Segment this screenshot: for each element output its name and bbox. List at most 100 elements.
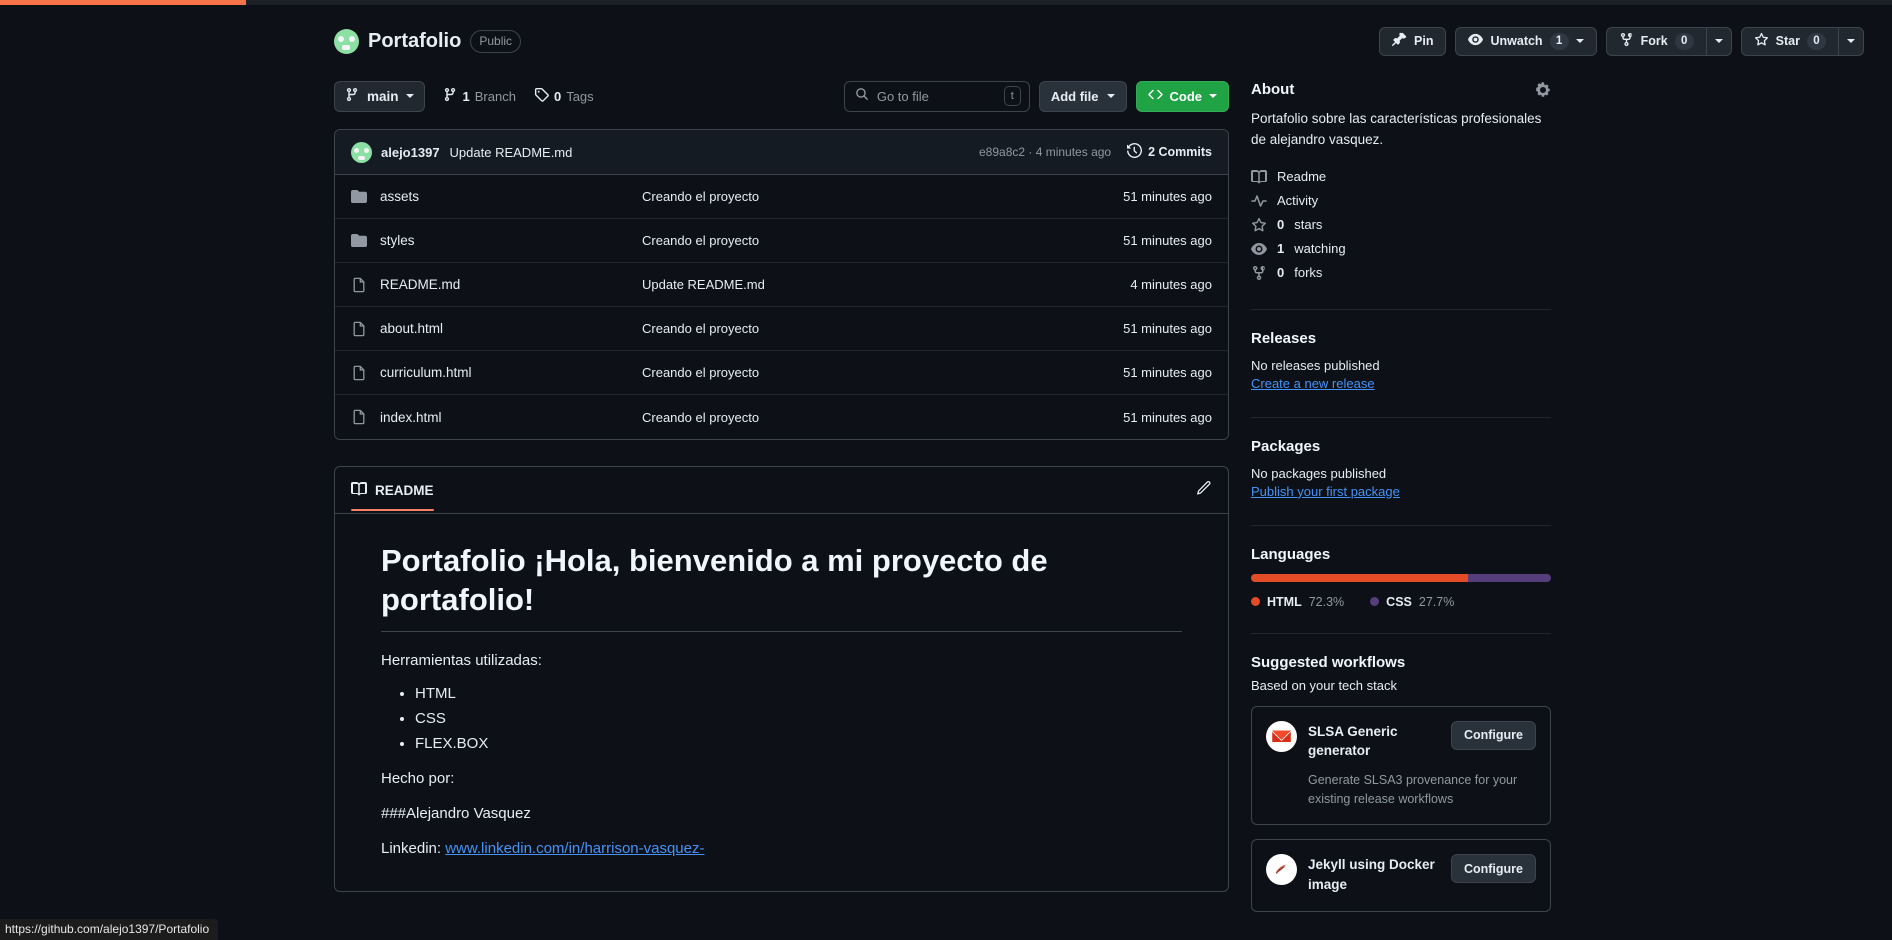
edit-readme-button[interactable] (1195, 480, 1212, 512)
table-row[interactable]: assets Creando el proyecto 51 minutes ago (335, 175, 1228, 219)
file-commit-message[interactable]: Creando el proyecto (642, 233, 1084, 248)
readme-card: README Portafolio ¡Hola, bienvenido a mi… (334, 466, 1229, 892)
add-file-button[interactable]: Add file (1038, 80, 1127, 112)
file-commit-time: 51 minutes ago (1123, 189, 1212, 204)
about-links: Readme Activity 0 stars 1 watching 0 forks (1251, 165, 1551, 285)
configure-button[interactable]: Configure (1450, 720, 1536, 750)
star-button-group: Star 0 (1740, 26, 1864, 56)
branch-icon (345, 87, 360, 105)
releases-empty-text: No releases published (1251, 357, 1380, 373)
file-commit-time: 51 minutes ago (1123, 409, 1212, 425)
workflow-card-top: Jekyll using Docker image Configure (1266, 854, 1536, 894)
language-bar-segment (1467, 573, 1551, 582)
visibility-badge: Public (470, 29, 522, 53)
file-commit-message[interactable]: Creando el proyecto (642, 189, 1084, 204)
file-name-link[interactable]: index.html (380, 410, 642, 425)
commit-hash-and-time[interactable]: e89a8c2 · 4 minutes ago (979, 145, 1111, 159)
file-commit-message[interactable]: Creando el proyecto (642, 321, 1084, 336)
about-link-stars[interactable]: 0 stars (1251, 213, 1551, 237)
create-release-link[interactable]: Create a new release (1251, 376, 1375, 391)
configure-button[interactable]: Configure (1450, 854, 1536, 884)
branch-selector-button[interactable]: main (334, 80, 425, 112)
language-percent: 72.3% (1308, 594, 1345, 609)
table-row[interactable]: styles Creando el proyecto 51 minutes ago (335, 219, 1228, 263)
list-item: HTML (415, 685, 1182, 702)
table-row[interactable]: README.md Update README.md 4 minutes ago (335, 263, 1228, 307)
history-icon (1127, 142, 1143, 161)
readme-author: ###Alejandro Vasquez (381, 804, 531, 822)
code-label: Code (1169, 88, 1203, 104)
fork-button-group: Fork 0 (1605, 26, 1732, 56)
workflows-subtitle: Based on your tech stack (1251, 677, 1397, 693)
releases-section: Releases No releases published Create a … (1251, 330, 1551, 413)
divider (1251, 308, 1551, 310)
workflow-title: Jekyll using Docker image (1308, 857, 1435, 893)
tab-readme[interactable]: README (350, 481, 434, 511)
tag-icon (534, 87, 549, 105)
workflow-cards: SLSA Generic generator Configure Generate … (1251, 705, 1551, 912)
branch-icon (443, 87, 458, 105)
about-link-activity[interactable]: Activity (1251, 189, 1551, 213)
readme-intro: Herramientas utilizadas: (381, 651, 542, 669)
list-item: FLEX.BOX (415, 735, 1182, 752)
language-bar-segment (1251, 573, 1468, 582)
table-row[interactable]: curriculum.html Creando el proyecto 51 min… (335, 351, 1228, 395)
slsa-icon (1266, 720, 1297, 752)
fork-label: Fork (1640, 34, 1668, 48)
tag-count-link[interactable]: 0 Tags (534, 87, 594, 105)
search-icon (855, 87, 869, 106)
file-toolbar-right: Go to file t Add file Code (843, 80, 1229, 112)
about-link-readme[interactable]: Readme (1251, 165, 1551, 189)
star-button[interactable]: Star 0 (1740, 26, 1838, 56)
commit-message[interactable]: Update README.md (450, 145, 573, 160)
file-name-link[interactable]: about.html (380, 321, 642, 336)
pin-icon (1392, 32, 1407, 50)
publish-package-link[interactable]: Publish your first package (1251, 484, 1400, 499)
star-icon (1251, 217, 1267, 233)
star-count: 0 (1807, 32, 1826, 50)
language-legend: HTML 72.3% CSS 27.7% (1251, 595, 1551, 609)
branch-count-link[interactable]: 1 Branch (443, 87, 516, 105)
star-icon (1754, 32, 1769, 50)
owner-avatar[interactable] (334, 28, 359, 54)
about-link-forks[interactable]: 0 forks (1251, 261, 1551, 285)
gear-icon[interactable] (1535, 81, 1551, 98)
branch-count: 1 (462, 88, 470, 104)
commit-author-avatar[interactable] (351, 141, 372, 163)
repository-name[interactable]: Portafolio (368, 30, 461, 53)
code-button[interactable]: Code (1135, 80, 1229, 112)
about-link-watching[interactable]: 1 watching (1251, 237, 1551, 261)
readme-linkedin-link[interactable]: www.linkedin.com/in/harrison-vasquez- (445, 840, 704, 857)
chevron-down-icon (1847, 39, 1855, 43)
language-legend-item[interactable]: HTML 72.3% (1251, 595, 1344, 609)
fork-dropdown-button[interactable] (1705, 26, 1732, 56)
chevron-down-icon (1106, 94, 1115, 98)
star-dropdown-button[interactable] (1838, 26, 1864, 56)
file-commit-message[interactable]: Update README.md (642, 277, 1084, 292)
file-name-link[interactable]: curriculum.html (380, 365, 642, 380)
divider (1251, 524, 1551, 526)
divider (1251, 416, 1551, 418)
divider (1251, 632, 1551, 634)
file-commit-message[interactable]: Creando el proyecto (642, 410, 1084, 425)
readme-tools-list: HTML CSS FLEX.BOX (415, 685, 1182, 752)
table-row[interactable]: about.html Creando el proyecto 51 minutes … (335, 307, 1228, 351)
star-label: Star (1775, 34, 1800, 48)
fork-button[interactable]: Fork 0 (1605, 26, 1706, 56)
table-row[interactable]: index.html Creando el proyecto 51 minutes … (335, 395, 1228, 439)
commit-author-name[interactable]: alejo1397 (381, 145, 440, 160)
file-name-link[interactable]: styles (380, 233, 642, 248)
commit-history-link[interactable]: 2 Commits (1127, 142, 1212, 161)
releases-heading-row: Releases (1251, 330, 1551, 347)
workflow-card-top: SLSA Generic generator Configure (1266, 720, 1536, 761)
watch-button[interactable]: Unwatch 1 (1455, 26, 1597, 56)
file-name-link[interactable]: README.md (380, 277, 642, 292)
goto-file-shortcut-key: t (1003, 86, 1021, 106)
file-commit-message[interactable]: Creando el proyecto (642, 365, 1084, 380)
file-name-link[interactable]: assets (380, 189, 642, 204)
jekyll-icon (1266, 854, 1297, 886)
pin-button[interactable]: Pin (1379, 26, 1447, 56)
branch-name: main (367, 88, 399, 104)
language-legend-item[interactable]: CSS 27.7% (1370, 595, 1454, 609)
goto-file-input[interactable]: Go to file t (843, 80, 1030, 112)
